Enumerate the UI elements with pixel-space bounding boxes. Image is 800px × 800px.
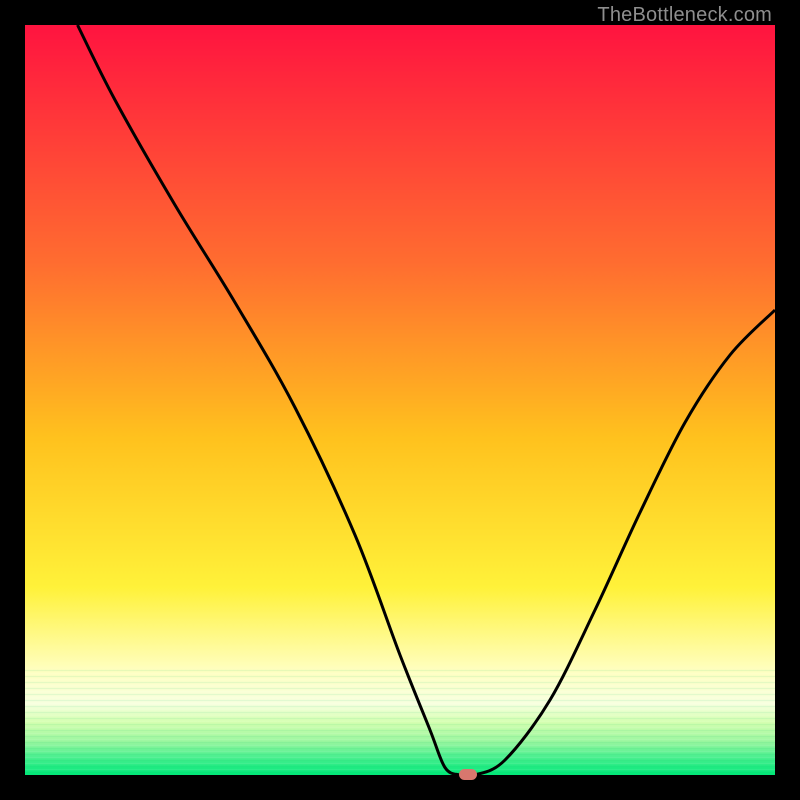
watermark-text: TheBottleneck.com: [597, 4, 772, 27]
curve-path: [78, 25, 776, 776]
optimal-point-marker: [459, 769, 477, 780]
bottleneck-curve: [25, 25, 775, 775]
